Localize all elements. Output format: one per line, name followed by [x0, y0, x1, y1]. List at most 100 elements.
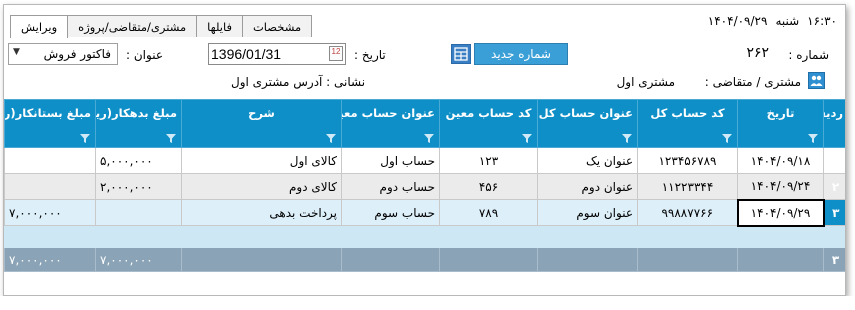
invoice-window: ویرایش مشتری/متقاضی/پروژه فایلها مشخصات …	[3, 4, 846, 296]
number-label: شماره :	[788, 48, 829, 62]
empty-cell	[823, 225, 845, 248]
empty-cell	[537, 225, 638, 248]
calendar-icon[interactable]: 12	[329, 46, 343, 61]
cell-sub-code[interactable]: ۱۲۳	[439, 147, 538, 174]
header-desc-label: شرح	[248, 106, 275, 120]
form-row-customer: مشتری / متقاضی : مشتری اول نشانی : آدرس …	[4, 71, 845, 93]
row-number: ۱	[823, 147, 845, 174]
header-date-label: تاریخ	[766, 106, 795, 120]
filter-icon[interactable]	[326, 134, 336, 143]
empty-cell	[4, 225, 96, 248]
header-account-code-label: کد حساب کل	[650, 106, 725, 120]
footer-cell	[737, 247, 824, 272]
new-number-button[interactable]: شماره جدید	[474, 43, 568, 65]
footer-cell	[637, 247, 738, 272]
cell-debit[interactable]: ۲,۰۰۰,۰۰۰	[95, 173, 182, 200]
table-row[interactable]: ۱ ۱۴۰۴/۰۹/۱۸ ۱۲۳۴۵۶۷۸۹ عنوان یک ۱۲۳ حساب…	[4, 147, 845, 174]
filter-icon[interactable]	[80, 134, 90, 143]
filter-icon[interactable]	[622, 134, 632, 143]
empty-cell	[181, 225, 342, 248]
row-number: ۲	[823, 173, 845, 200]
header-sub-title-label: عنوان حساب معین	[343, 106, 436, 120]
empty-cell	[637, 225, 738, 248]
date-field-value: 1396/01/31	[211, 46, 282, 62]
cell-desc[interactable]: کالای اول	[181, 147, 342, 174]
form-row-header: شماره : ۲۶۲ شماره جدید تاریخ : 1396/01/3…	[4, 41, 845, 67]
cell-desc[interactable]: کالای دوم	[181, 173, 342, 200]
cell-sub-title[interactable]: حساب سوم	[341, 199, 440, 226]
debit-total: ۷,۰۰۰,۰۰۰	[95, 247, 182, 272]
cell-debit[interactable]	[95, 199, 182, 226]
empty-row[interactable]	[4, 225, 845, 248]
chevron-down-icon: ▼	[13, 47, 20, 57]
cell-credit[interactable]: ۷,۰۰۰,۰۰۰	[4, 199, 96, 226]
footer-cell	[537, 247, 638, 272]
header-date[interactable]: تاریخ	[737, 99, 824, 148]
journal-grid: ردیف تاریخ کد حساب کل عنوان حساب کل کد ح…	[4, 99, 845, 272]
filter-icon[interactable]	[808, 134, 818, 143]
footer-cell	[439, 247, 538, 272]
empty-cell	[737, 225, 824, 248]
credit-total: ۷,۰۰۰,۰۰۰	[4, 247, 96, 272]
cell-sub-title[interactable]: حساب اول	[341, 147, 440, 174]
tab-files[interactable]: فایلها	[196, 15, 243, 37]
header-desc[interactable]: شرح	[181, 99, 342, 148]
filter-icon[interactable]	[722, 134, 732, 143]
date-field[interactable]: 1396/01/31 12	[208, 43, 346, 65]
tab-edit[interactable]: ویرایش	[10, 15, 69, 38]
title-select-value: فاکتور فروش	[43, 47, 111, 61]
cell-credit[interactable]	[4, 173, 96, 200]
number-value[interactable]: ۲۶۲	[533, 43, 773, 65]
top-strip: ویرایش مشتری/متقاضی/پروژه فایلها مشخصات …	[4, 5, 845, 38]
cell-credit[interactable]	[4, 147, 96, 174]
header-credit[interactable]: مبلغ بستانکار(ریا	[4, 99, 96, 148]
title-select[interactable]: فاکتور فروش ▼	[8, 43, 118, 65]
cell-date[interactable]: ۱۴۰۴/۰۹/۱۸	[737, 147, 824, 174]
cell-sub-code[interactable]: ۴۵۶	[439, 173, 538, 200]
footer-cell	[181, 247, 342, 272]
cell-debit[interactable]: ۵,۰۰۰,۰۰۰	[95, 147, 182, 174]
tab-customer-project[interactable]: مشتری/متقاضی/پروژه	[67, 15, 198, 37]
cell-sub-title[interactable]: حساب دوم	[341, 173, 440, 200]
cell-sub-code[interactable]: ۷۸۹	[439, 199, 538, 226]
header-rownum[interactable]: ردیف	[823, 99, 845, 148]
filter-icon[interactable]	[424, 134, 434, 143]
header-account-title[interactable]: عنوان حساب کل	[537, 99, 638, 148]
cell-date[interactable]: ۱۴۰۴/۰۹/۲۴	[737, 173, 824, 200]
cell-account-title[interactable]: عنوان یک	[537, 147, 638, 174]
cell-account-code[interactable]: ۹۹۸۸۷۷۶۶	[637, 199, 738, 226]
cell-date-editing[interactable]: ۱۴۰۴/۰۹/۲۹	[736, 198, 825, 227]
tab-details[interactable]: مشخصات	[241, 15, 313, 37]
filter-icon[interactable]	[522, 134, 532, 143]
header-sub-code-label: کد حساب معین	[445, 106, 532, 120]
empty-cell	[341, 225, 440, 248]
header-debit[interactable]: مبلغ بدهکار(ریال)	[95, 99, 182, 148]
cell-desc[interactable]: پرداخت بدهی	[181, 199, 342, 226]
empty-cell	[439, 225, 538, 248]
cell-account-code[interactable]: ۱۲۳۴۵۶۷۸۹	[637, 147, 738, 174]
date-label: تاریخ :	[354, 48, 386, 62]
cell-account-title[interactable]: عنوان سوم	[537, 199, 638, 226]
calculator-icon[interactable]	[451, 44, 471, 64]
customer-group-icon[interactable]	[808, 72, 825, 89]
title-label: عنوان :	[126, 48, 163, 62]
filter-icon[interactable]	[166, 134, 176, 143]
header-sub-code[interactable]: کد حساب معین	[439, 99, 538, 148]
cell-account-title[interactable]: عنوان دوم	[537, 173, 638, 200]
header-debit-label: مبلغ بدهکار(ریال)	[95, 106, 178, 120]
cell-account-code[interactable]: ۱۱۲۲۳۳۴۴	[637, 173, 738, 200]
table-row-selected[interactable]: ۳ ۱۴۰۴/۰۹/۲۹ ۹۹۸۸۷۷۶۶ عنوان سوم ۷۸۹ حساب…	[4, 198, 845, 227]
torn-edge	[0, 296, 855, 310]
table-row[interactable]: ۲ ۱۴۰۴/۰۹/۲۴ ۱۱۲۲۳۳۴۴ عنوان دوم ۴۵۶ حساب…	[4, 173, 845, 200]
customer-label: مشتری / متقاضی :	[704, 75, 801, 89]
clock-day: شنبه	[775, 14, 800, 28]
address-label: نشانی : آدرس مشتری اول	[231, 75, 366, 89]
header-account-code[interactable]: کد حساب کل	[637, 99, 738, 148]
row-number: ۳	[823, 199, 845, 226]
grid-header-row: ردیف تاریخ کد حساب کل عنوان حساب کل کد ح…	[4, 99, 845, 148]
empty-cell	[95, 225, 182, 248]
row-count: ۳	[823, 247, 845, 272]
header-account-title-label: عنوان حساب کل	[538, 106, 633, 120]
header-credit-label: مبلغ بستانکار(ریا	[4, 106, 92, 120]
header-sub-title[interactable]: عنوان حساب معین	[341, 99, 440, 148]
